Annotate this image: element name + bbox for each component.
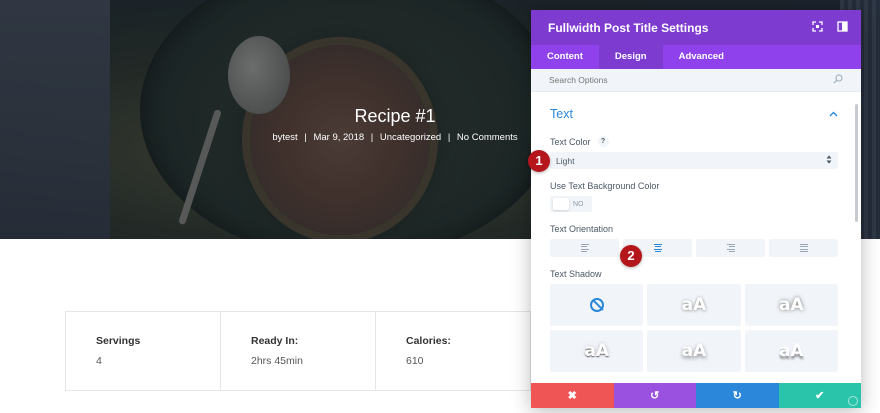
align-left-button[interactable]	[550, 239, 619, 257]
undo-button[interactable]: ↺	[613, 383, 696, 408]
post-comments[interactable]: No Comments	[457, 132, 518, 143]
card-label: Ready In:	[251, 335, 299, 347]
text-color-label: Text Color ?	[550, 136, 838, 147]
align-right-icon	[726, 243, 735, 253]
meta-separator: |	[370, 132, 374, 143]
panel-scrollbar[interactable]	[855, 104, 858, 222]
shadow-option-5[interactable]: aA	[744, 330, 838, 372]
text-shadow-options: aA aA aA aA aA	[550, 284, 838, 372]
tab-content[interactable]: Content	[531, 45, 599, 69]
card-label: Calories:	[406, 335, 451, 347]
meta-separator: |	[304, 132, 307, 143]
card-label: Servings	[96, 335, 141, 347]
search-icon[interactable]	[833, 73, 843, 87]
meta-separator: |	[447, 132, 451, 143]
field-label-text: Text Color	[550, 136, 591, 147]
text-bg-label: Use Text Background Color	[550, 181, 660, 191]
undo-icon: ↺	[650, 390, 660, 402]
card-value: 4	[96, 355, 102, 367]
tab-advanced[interactable]: Advanced	[663, 45, 740, 69]
step-badge-1: 1	[528, 150, 550, 172]
post-author[interactable]: bytest	[272, 132, 297, 143]
card-value: 610	[406, 355, 424, 367]
panel-footer: ✖ ↺ ↻ ✔	[531, 383, 861, 408]
post-category[interactable]: Uncategorized	[380, 132, 441, 143]
text-orientation-options	[550, 239, 838, 257]
search-bar	[531, 69, 861, 92]
resize-handle-icon[interactable]	[848, 396, 858, 406]
panel-tabs: Content Design Advanced	[531, 45, 861, 69]
redo-icon: ↻	[732, 390, 742, 402]
shadow-option-4[interactable]: aA	[647, 330, 741, 372]
align-right-button[interactable]	[696, 239, 765, 257]
align-left-icon	[580, 243, 589, 253]
text-orientation-label: Text Orientation	[550, 224, 614, 234]
panel-body: Text Text Color ? Light Use Text Backgro…	[531, 104, 861, 390]
recipe-info-cards: Servings 4 Ready In: 2hrs 45min Calories…	[65, 311, 531, 391]
info-card-calories: Calories: 610	[376, 312, 530, 390]
chevron-up-icon[interactable]	[829, 108, 838, 120]
align-center-icon	[653, 243, 662, 253]
card-value: 2hrs 45min	[251, 355, 303, 367]
search-input[interactable]	[549, 75, 789, 85]
check-icon: ✔	[815, 390, 825, 402]
step-badge-2: 2	[620, 245, 642, 267]
settings-panel: Fullwidth Post Title Settings Content De…	[531, 10, 861, 408]
shadow-none-button[interactable]	[550, 284, 644, 326]
align-justify-button[interactable]	[769, 239, 838, 257]
shadow-option-1[interactable]: aA	[647, 284, 741, 326]
toggle-text: NO	[573, 200, 584, 208]
help-icon[interactable]: ?	[597, 136, 609, 147]
shadow-option-2[interactable]: aA	[744, 284, 838, 326]
page: Recipe #1 bytest | Mar 9, 2018 | Uncateg…	[0, 0, 880, 413]
fullscreen-icon[interactable]	[811, 21, 823, 33]
align-justify-icon	[799, 243, 808, 253]
select-value: Light	[556, 155, 575, 166]
select-arrows-icon	[826, 155, 832, 166]
tab-design[interactable]: Design	[598, 45, 663, 69]
close-icon: ✖	[567, 390, 577, 402]
info-card-ready-in: Ready In: 2hrs 45min	[221, 312, 376, 390]
toggle-knob	[553, 198, 569, 210]
section-title: Text	[550, 107, 573, 121]
info-card-servings: Servings 4	[66, 312, 221, 390]
section-text-header[interactable]: Text	[550, 104, 838, 124]
no-shadow-icon	[589, 298, 604, 312]
panel-header[interactable]: Fullwidth Post Title Settings	[531, 10, 861, 45]
snap-sidebar-icon[interactable]	[836, 21, 848, 33]
redo-button[interactable]: ↻	[696, 383, 779, 408]
post-date: Mar 9, 2018	[313, 132, 365, 143]
panel-title: Fullwidth Post Title Settings	[548, 20, 709, 35]
shadow-option-3[interactable]: aA	[550, 330, 644, 372]
cancel-button[interactable]: ✖	[531, 383, 614, 408]
text-bg-toggle[interactable]: NO	[550, 196, 592, 212]
text-color-select[interactable]: Light	[550, 152, 838, 169]
text-shadow-label: Text Shadow	[550, 269, 602, 279]
